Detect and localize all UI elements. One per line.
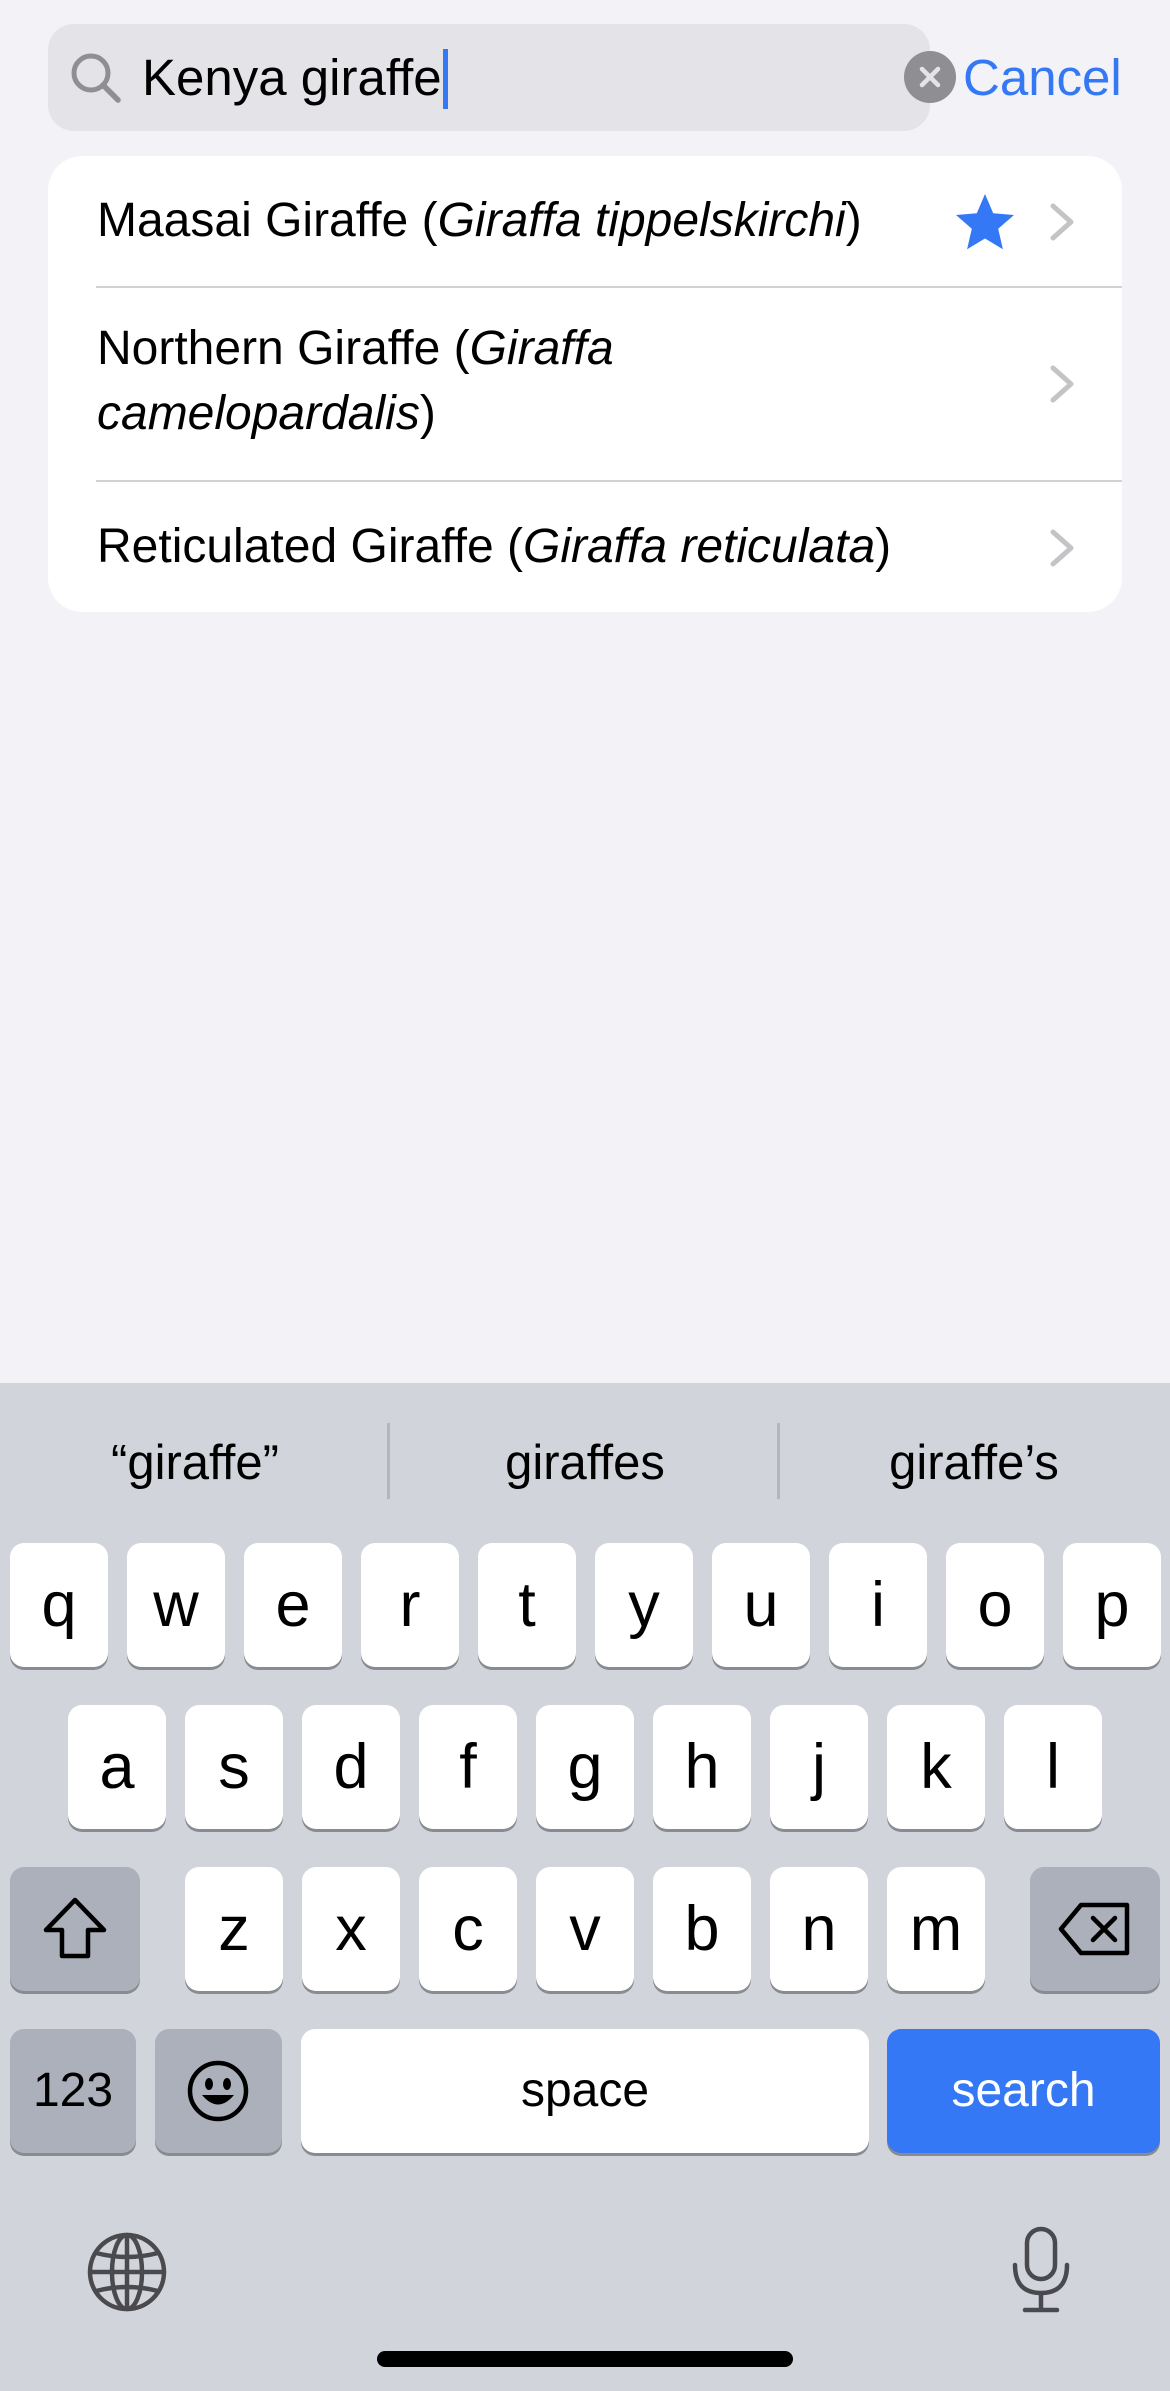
shift-icon xyxy=(43,1897,107,1959)
backspace-icon xyxy=(1058,1902,1130,1956)
divider xyxy=(777,1423,780,1499)
key-f[interactable]: f xyxy=(419,1705,517,1829)
key-h[interactable]: h xyxy=(653,1705,751,1829)
search-results-list: Maasai Giraffe (Giraffa tippelskirchi) N… xyxy=(48,156,1122,612)
microphone-icon[interactable] xyxy=(1009,2225,1073,2315)
key-a[interactable]: a xyxy=(68,1705,166,1829)
key-o[interactable]: o xyxy=(946,1543,1044,1667)
suggestion-3[interactable]: giraffe’s xyxy=(784,1413,1164,1513)
home-indicator[interactable] xyxy=(377,2351,793,2367)
key-s[interactable]: s xyxy=(185,1705,283,1829)
key-u[interactable]: u xyxy=(712,1543,810,1667)
key-z[interactable]: z xyxy=(185,1867,283,1991)
key-l[interactable]: l xyxy=(1004,1705,1102,1829)
clear-search-button[interactable] xyxy=(904,51,956,103)
key-m[interactable]: m xyxy=(887,1867,985,1991)
list-item-label: Northern Giraffe (Giraffa camelopardalis) xyxy=(97,322,614,440)
key-c[interactable]: c xyxy=(419,1867,517,1991)
search-icon xyxy=(71,53,121,103)
predictive-bar: “giraffe” giraffes giraffe’s xyxy=(0,1383,1170,1523)
list-item-label: Reticulated Giraffe (Giraffa reticulata) xyxy=(97,520,892,573)
key-e[interactable]: e xyxy=(244,1543,342,1667)
key-v[interactable]: v xyxy=(536,1867,634,1991)
suggestion-2[interactable]: giraffes xyxy=(395,1413,775,1513)
search-bar: Kenya giraffe Cancel xyxy=(0,0,1170,150)
divider xyxy=(387,1423,390,1499)
key-d[interactable]: d xyxy=(302,1705,400,1829)
key-q[interactable]: q xyxy=(10,1543,108,1667)
emoji-key[interactable] xyxy=(155,2029,282,2153)
list-item-label: Maasai Giraffe (Giraffa tippelskirchi) xyxy=(97,194,862,247)
key-t[interactable]: t xyxy=(478,1543,576,1667)
close-icon xyxy=(919,66,941,88)
chevron-right-icon xyxy=(1050,203,1074,241)
suggestion-1[interactable]: “giraffe” xyxy=(5,1413,385,1513)
cancel-button[interactable]: Cancel xyxy=(963,24,1122,131)
space-key[interactable]: space xyxy=(301,2029,869,2153)
key-b[interactable]: b xyxy=(653,1867,751,1991)
chevron-right-icon xyxy=(1050,365,1074,403)
list-item[interactable]: Reticulated Giraffe (Giraffa reticulata) xyxy=(48,482,1122,612)
search-input[interactable]: Kenya giraffe xyxy=(48,24,956,131)
numbers-key[interactable]: 123 xyxy=(10,2029,136,2153)
key-n[interactable]: n xyxy=(770,1867,868,1991)
search-query-text: Kenya giraffe xyxy=(142,24,448,131)
key-k[interactable]: k xyxy=(887,1705,985,1829)
delete-key[interactable] xyxy=(1030,1867,1160,1991)
chevron-right-icon xyxy=(1050,529,1074,567)
globe-icon[interactable] xyxy=(86,2231,168,2313)
search-key[interactable]: search xyxy=(887,2029,1160,2153)
key-r[interactable]: r xyxy=(361,1543,459,1667)
key-j[interactable]: j xyxy=(770,1705,868,1829)
key-g[interactable]: g xyxy=(536,1705,634,1829)
list-item[interactable]: Northern Giraffe (Giraffa camelopardalis) xyxy=(48,288,1122,480)
key-y[interactable]: y xyxy=(595,1543,693,1667)
shift-key[interactable] xyxy=(10,1867,140,1991)
key-p[interactable]: p xyxy=(1063,1543,1161,1667)
emoji-icon xyxy=(187,2060,249,2122)
key-i[interactable]: i xyxy=(829,1543,927,1667)
list-item[interactable]: Maasai Giraffe (Giraffa tippelskirchi) xyxy=(48,156,1122,286)
key-w[interactable]: w xyxy=(127,1543,225,1667)
star-icon[interactable] xyxy=(954,192,1016,252)
keyboard: “giraffe” giraffes giraffe’s q w e r t y… xyxy=(0,1383,1170,2391)
key-x[interactable]: x xyxy=(302,1867,400,1991)
text-caret xyxy=(442,48,448,109)
